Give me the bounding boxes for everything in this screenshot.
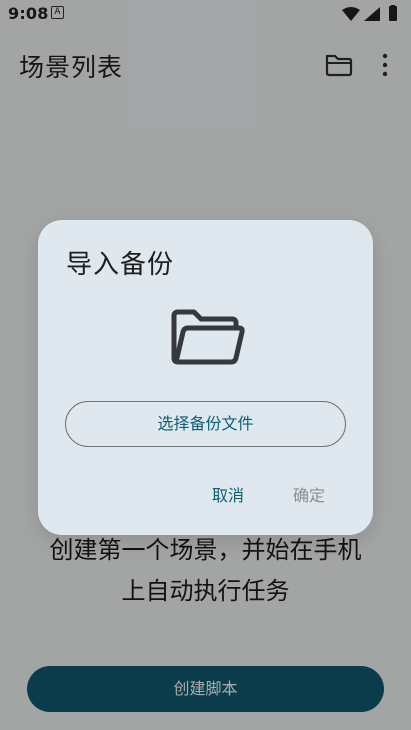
cancel-button[interactable]: 取消: [212, 482, 244, 506]
folder-icon: [171, 309, 245, 365]
dialog-actions: 取消 确定: [38, 482, 373, 510]
confirm-button[interactable]: 确定: [293, 482, 325, 506]
dialog-title: 导入备份: [66, 250, 175, 280]
choose-backup-file-button[interactable]: 选择备份文件: [65, 401, 346, 447]
import-backup-dialog: 导入备份 选择备份文件 取消 确定: [38, 220, 373, 535]
